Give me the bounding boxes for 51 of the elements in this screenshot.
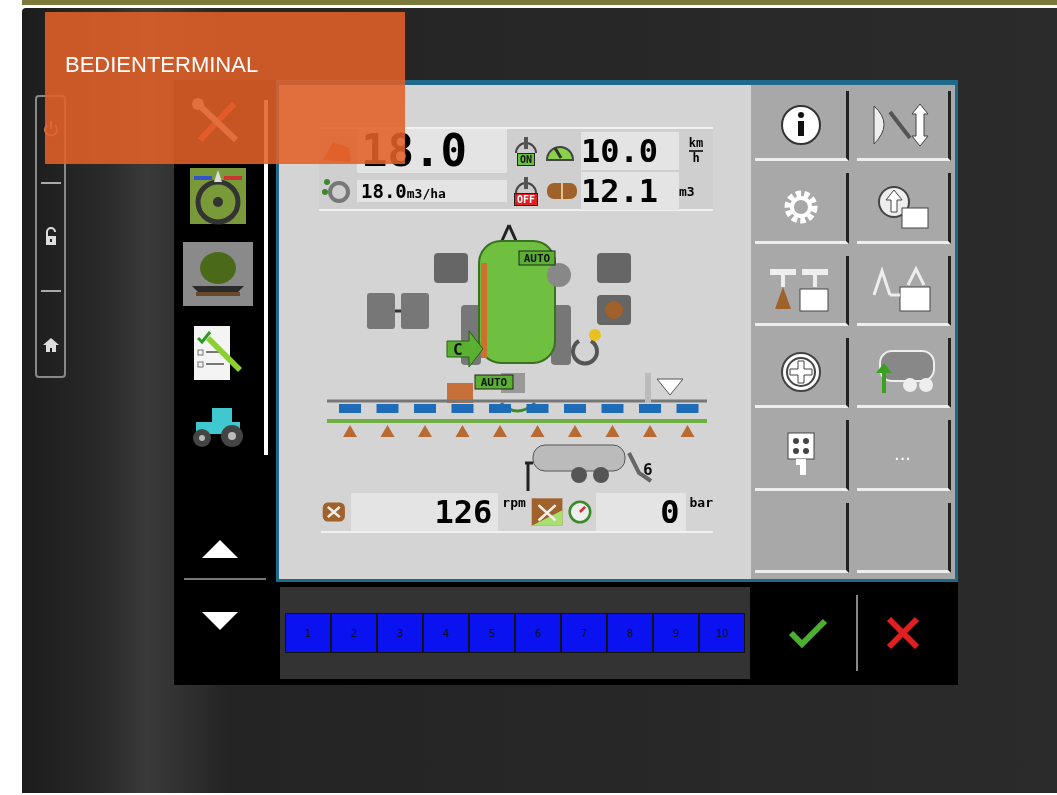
boom-section-toggle[interactable]: 1 [285, 613, 331, 654]
speed-unit: km h [687, 137, 705, 165]
softkey[interactable] [857, 255, 951, 326]
add-icon [779, 350, 822, 393]
keypad-icon [785, 430, 816, 477]
boom-section-toggle[interactable]: 5 [469, 613, 515, 654]
boom-section-toggle[interactable]: 7 [561, 613, 607, 654]
info-icon [779, 103, 822, 146]
scroll-down-arrow-icon[interactable] [200, 610, 240, 632]
softkey[interactable] [857, 337, 951, 409]
scroll-up-arrow-icon[interactable] [200, 538, 240, 560]
volume-unit: m3 [679, 183, 696, 199]
boom-section-toggle[interactable]: 3 [377, 613, 423, 654]
banner-title: BEDIENTERMINAL [65, 52, 259, 78]
boom-section-toggle[interactable]: 9 [653, 613, 699, 654]
pump-speed-unit: rpm [502, 495, 526, 510]
tank-volume-value: 12.1 [581, 172, 679, 210]
direction-label: C [453, 340, 463, 359]
tank-icon [545, 181, 579, 201]
hitch-label: 6 [643, 460, 653, 479]
softkey[interactable] [755, 420, 849, 491]
pressure-unit: bar [689, 495, 713, 510]
pressure-value: 0 [595, 493, 686, 531]
softkey[interactable] [755, 91, 849, 162]
tank-auto-label: AUTO [523, 252, 551, 265]
boom-section-toggle[interactable]: 6 [515, 613, 561, 654]
softkey[interactable] [857, 502, 951, 573]
softkey[interactable] [857, 91, 951, 162]
boom-section-toggle[interactable]: 10 [699, 613, 745, 654]
softkey[interactable] [755, 173, 849, 244]
softkey[interactable] [755, 255, 849, 326]
confirm-check-icon[interactable] [788, 617, 828, 650]
pressure-gauge-icon [567, 498, 592, 526]
softkey[interactable] [755, 337, 849, 409]
more-label: ... [893, 443, 912, 465]
tank-fill-icon [875, 183, 930, 230]
pump-speed-value: 126 [350, 493, 499, 531]
softkey[interactable]: ... [857, 420, 951, 491]
softkey[interactable] [857, 173, 951, 244]
boom-section-toggle[interactable]: 4 [423, 613, 469, 654]
boom-section-toggle[interactable]: 8 [607, 613, 653, 654]
pump-auto-label: AUTO [480, 376, 508, 389]
rate-setpoint-value: 18.0 [361, 180, 407, 202]
speed-value: 10.0 [581, 132, 679, 170]
cancel-icon[interactable] [886, 616, 920, 651]
boom-section-toggle[interactable]: 2 [331, 613, 377, 654]
switch-off-indicator: OFF [507, 176, 545, 206]
flow-gear-icon [319, 176, 353, 206]
rate-unit: m3/ha [406, 186, 446, 201]
softkey[interactable] [755, 502, 849, 573]
switch-on-indicator: ON [507, 136, 545, 166]
